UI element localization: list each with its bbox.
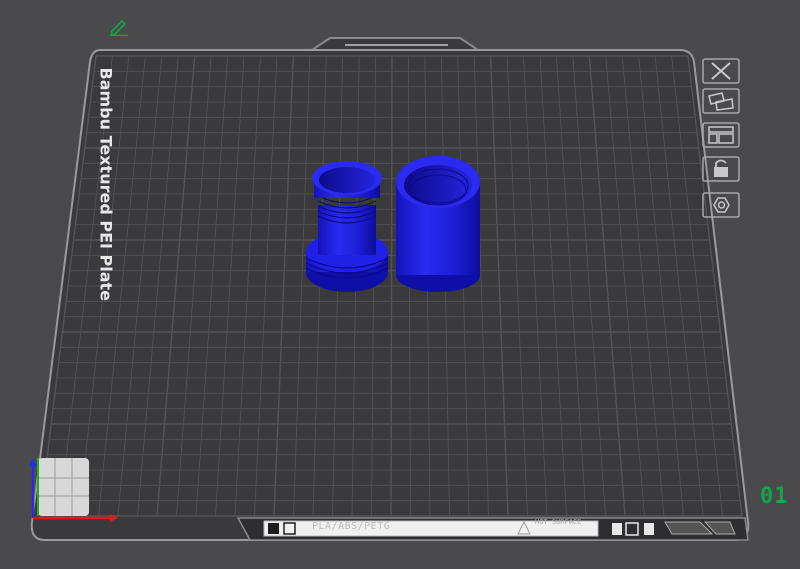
auto-arrange-button[interactable] [702, 88, 740, 114]
close-icon [702, 58, 740, 84]
filament-compat-label: PLA/ABS/PETG [312, 521, 391, 532]
lock-plate-button[interactable] [702, 156, 740, 182]
3d-viewport[interactable] [0, 0, 800, 569]
lock-icon [702, 156, 740, 182]
plate-type-label: Bambu Textured PEI Plate [96, 67, 116, 302]
plate-settings-button[interactable] [702, 122, 740, 148]
arrange-icon [702, 88, 740, 114]
pencil-icon [109, 19, 128, 37]
gear-icon [702, 192, 740, 218]
plate-number[interactable]: 01 [760, 484, 789, 509]
hot-surface-warning: HOT SURFACE [535, 518, 582, 526]
delete-plate-button[interactable] [702, 58, 740, 84]
layout-icon [702, 122, 740, 148]
threaded-cap-model[interactable] [396, 156, 480, 292]
plate-params-button[interactable] [702, 192, 740, 218]
threaded-core-model[interactable] [305, 161, 389, 292]
edit-plate-name-button[interactable] [108, 18, 130, 37]
